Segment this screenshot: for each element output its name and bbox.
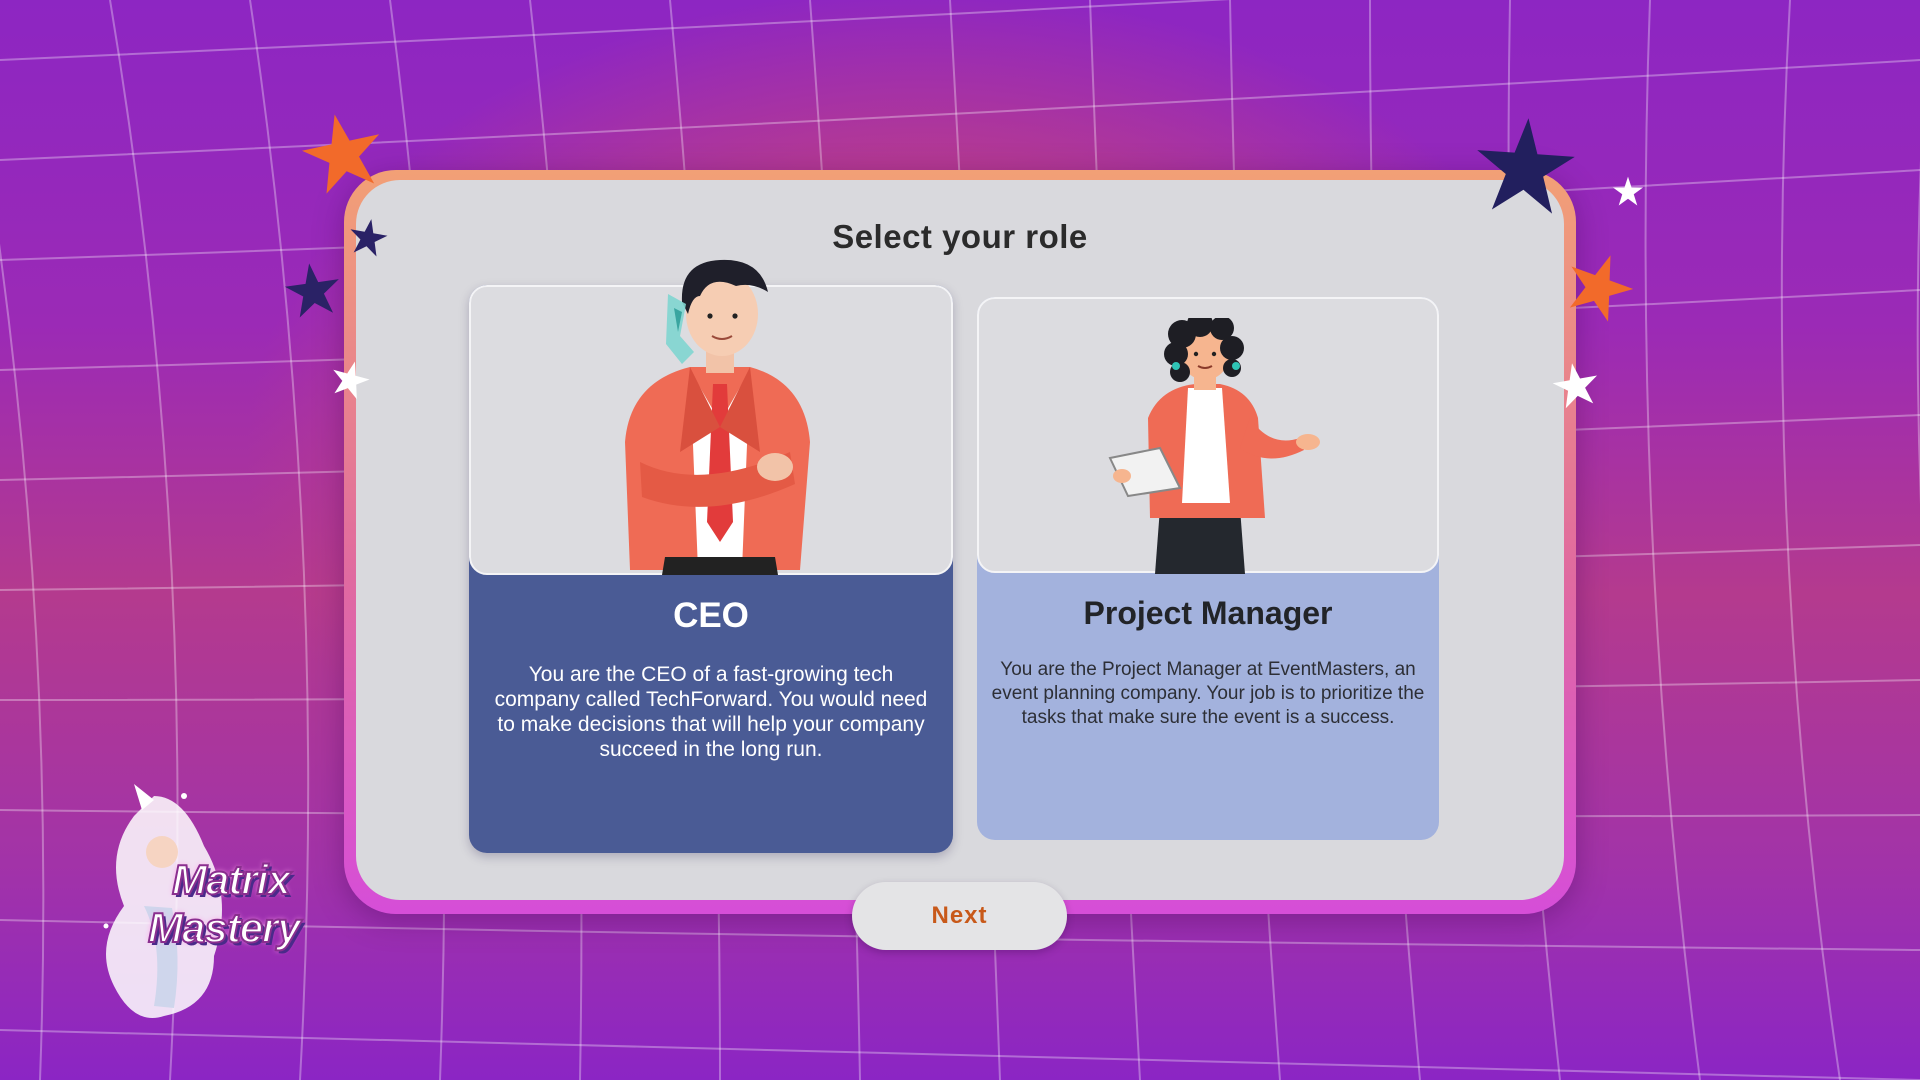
star-icon: [284, 263, 339, 318]
logo-text: Matrix: [171, 855, 292, 904]
role-card-title: CEO: [673, 596, 749, 635]
star-icon: [350, 219, 388, 257]
star-icon: [301, 114, 380, 194]
star-icon: [1569, 255, 1634, 322]
logo-text: Mastery: [147, 903, 302, 952]
star-icon: [1477, 118, 1575, 214]
role-card-title: Project Manager: [1083, 595, 1333, 631]
page-title: Select your role: [832, 218, 1088, 255]
project-manager-character-illustration: [1108, 318, 1320, 574]
next-button[interactable]: Next: [852, 882, 1067, 950]
game-screen: Select your role CEO You are the CEO of …: [0, 0, 1920, 1080]
role-card-description: You are the Project Manager at EventMast…: [991, 659, 1425, 728]
star-icon: [1552, 363, 1598, 409]
star-icon: [333, 361, 370, 400]
ceo-character-illustration: [625, 259, 810, 575]
star-icon: [1612, 176, 1644, 206]
role-card-description: You are the CEO of a fast-growing tech c…: [494, 663, 928, 761]
